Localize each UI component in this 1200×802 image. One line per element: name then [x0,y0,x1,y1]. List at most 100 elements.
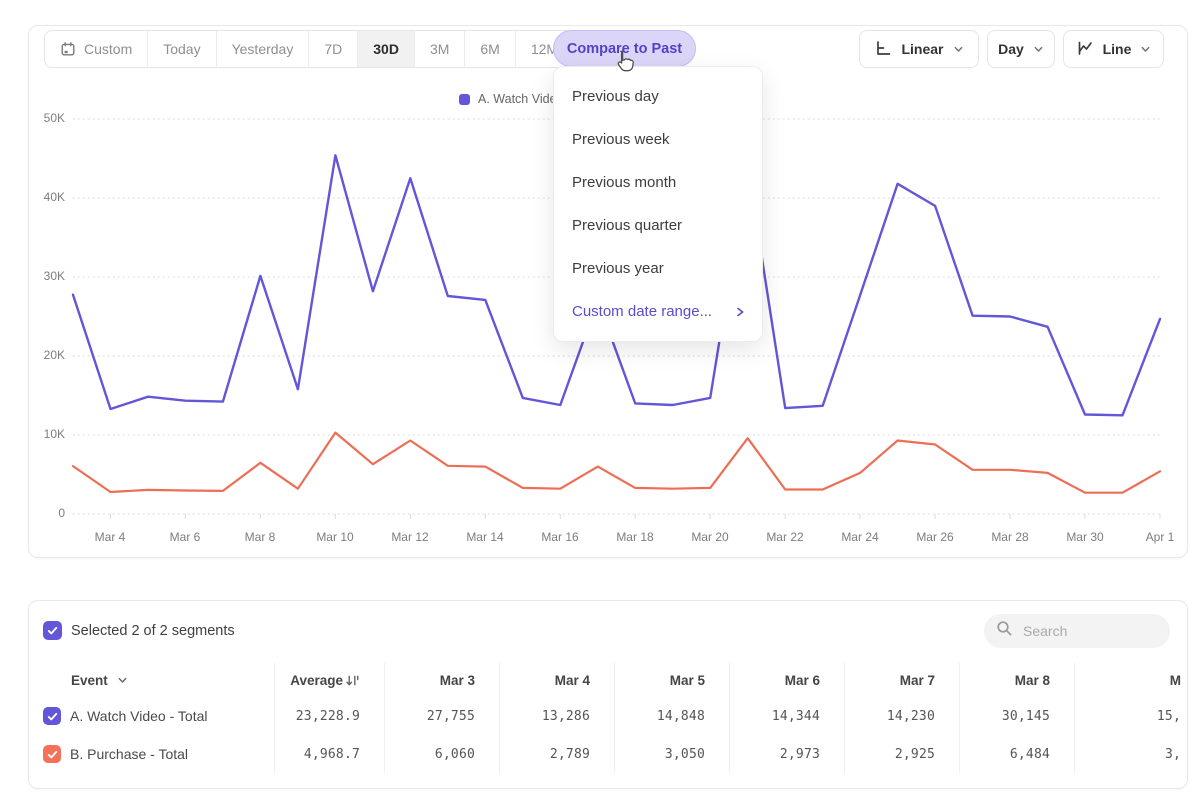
chevron-down-icon [953,44,964,55]
menu-item-previous-day[interactable]: Previous day [554,75,762,118]
range-label: Custom [84,41,132,57]
x-axis-tick-label: Mar 16 [528,530,592,544]
scale-label: Linear [901,41,943,57]
table-header-cell-0[interactable]: Event [29,663,274,697]
chevron-down-icon [1033,42,1044,58]
range-button-custom[interactable]: Custom [45,31,147,67]
table-header-label: Mar 3 [440,673,475,688]
range-label: 7D [324,41,342,57]
event-cell: A. Watch Video - Total [29,697,274,735]
x-axis-tick-label: Mar 4 [78,530,142,544]
menu-item-label: Previous week [572,131,670,148]
event-label: A. Watch Video - Total [70,708,207,724]
chevron-down-icon [953,42,964,58]
y-axis-tick-label: 50K [31,111,65,125]
search-input[interactable] [1021,622,1155,640]
y-axis-tick-label: 30K [31,269,65,283]
selected-summary: Selected 2 of 2 segments [71,623,235,639]
value-cell: 2,925 [844,735,959,773]
table-row-purchase: B. Purchase - Total4,968.76,0602,7893,05… [29,735,1187,773]
segments-card: Selected 2 of 2 segments Event Average Mar… [28,600,1188,789]
range-button-30d[interactable]: 30D [357,31,414,67]
menu-item-label: Previous day [572,88,659,105]
interval-dropdown-button[interactable]: Day [987,30,1055,68]
menu-item-previous-week[interactable]: Previous week [554,118,762,161]
x-axis-tick-label: Mar 18 [603,530,667,544]
value-cell: 14,344 [729,697,844,735]
y-axis-tick-label: 20K [31,348,65,362]
scale-dropdown-button[interactable]: Linear [859,30,979,68]
date-range-segmented-control: CustomTodayYesterday7D30D3M6M12M [44,30,574,68]
value-cell: 6,060 [384,735,499,773]
range-label: 6M [480,41,499,57]
check-icon [46,624,59,637]
range-button-today[interactable]: Today [147,31,215,67]
table-header-cell-4: Mar 5 [614,663,729,697]
table-header-label: Mar 4 [555,673,590,688]
x-axis-tick-label: Mar 6 [153,530,217,544]
select-all-checkbox[interactable] [43,621,62,640]
linear-axes-icon [874,39,892,60]
menu-item-custom-date-range[interactable]: Custom date range... [554,290,762,333]
chevron-down-icon [1033,44,1044,55]
table-header-cell-2: Mar 3 [384,663,499,697]
search-icon [996,620,1013,637]
x-axis-tick-label: Mar 22 [753,530,817,544]
range-button-yesterday[interactable]: Yesterday [216,31,309,67]
x-axis-tick-label: Mar 8 [228,530,292,544]
row-checkbox[interactable] [43,707,61,725]
interval-label: Day [998,41,1024,57]
range-button-3m[interactable]: 3M [414,31,464,67]
table-header-label: Mar 8 [1015,673,1050,688]
x-axis-tick-label: Mar 20 [678,530,742,544]
value-cell: 2,789 [499,735,614,773]
table-header-row: Event Average Mar 3 Mar 4 Mar 5 Mar 6 Mar 7 Mar… [29,663,1187,697]
pointer-hand-icon [612,49,638,75]
segments-table: Event Average Mar 3 Mar 4 Mar 5 Mar 6 Mar 7 Mar… [29,663,1187,773]
value-cell: 13,286 [499,697,614,735]
menu-item-previous-quarter[interactable]: Previous quarter [554,204,762,247]
table-header-cell-6: Mar 7 [844,663,959,697]
value-cell: 14,848 [614,697,729,735]
x-axis-tick-label: Mar 24 [828,530,892,544]
range-button-7d[interactable]: 7D [308,31,357,67]
chevron-right-icon [734,306,746,318]
search-icon [996,620,1013,642]
menu-item-previous-month[interactable]: Previous month [554,161,762,204]
search-box [984,614,1170,648]
table-header-cell-5: Mar 6 [729,663,844,697]
value-cell: 27,755 [384,697,499,735]
compare-to-past-menu: Previous day Previous week Previous month P… [553,66,763,342]
calendar-icon [60,41,76,57]
table-header-label: Mar 7 [900,673,935,688]
table-header-cell-7: Mar 8 [959,663,1074,697]
line-chart-icon [1076,39,1094,57]
table-header-cell-3: Mar 4 [499,663,614,697]
x-axis-tick-label: Mar 26 [903,530,967,544]
row-checkbox[interactable] [43,745,61,763]
menu-item-previous-year[interactable]: Previous year [554,247,762,290]
range-button-6m[interactable]: 6M [464,31,514,67]
x-axis-tick-label: Apr 1 [1128,530,1192,544]
y-axis-tick-label: 10K [31,427,65,441]
table-header-cell-1[interactable]: Average [274,663,384,697]
y-axis-tick-label: 0 [31,506,65,520]
table-row-watch-video: A. Watch Video - Total23,228.927,75513,2… [29,697,1187,735]
chart-type-label: Line [1103,41,1132,57]
check-icon [46,748,59,761]
x-axis-tick-label: Mar 28 [978,530,1042,544]
value-cell: 6,484 [959,735,1074,773]
x-axis-tick-label: Mar 12 [378,530,442,544]
table-header-label: Event [71,673,108,688]
table-header-label: M [1170,673,1181,688]
range-label: Yesterday [232,41,294,57]
chevron-down-icon [1140,42,1151,58]
sort-icon [345,673,360,688]
chevron-down-icon [1140,44,1151,55]
table-header-label: Mar 6 [785,673,820,688]
range-label: Today [163,41,200,57]
chart-type-dropdown-button[interactable]: Line [1063,30,1164,68]
value-cell: 2,973 [729,735,844,773]
menu-item-label: Previous quarter [572,217,682,234]
value-cell: 4,968.7 [274,735,384,773]
